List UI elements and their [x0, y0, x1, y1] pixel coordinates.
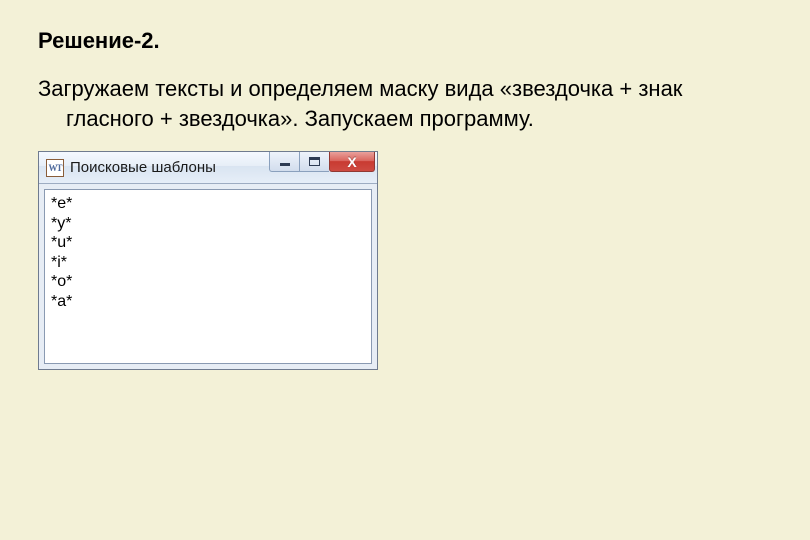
description-line-1: Загружаем тексты и определяем маску вида… — [38, 76, 682, 101]
close-button[interactable]: X — [329, 152, 375, 172]
window-client-area: *e* *y* *u* *i* *o* *a* — [39, 184, 377, 369]
app-icon: WT — [46, 159, 64, 177]
pattern-line: *i* — [51, 253, 365, 273]
window-titlebar[interactable]: WT Поисковые шаблоны X — [39, 152, 377, 184]
section-heading: Решение-2. — [38, 28, 772, 54]
pattern-line: *o* — [51, 272, 365, 292]
section-description: Загружаем тексты и определяем маску вида… — [38, 74, 772, 133]
close-icon: X — [347, 154, 356, 170]
window-title: Поисковые шаблоны — [70, 159, 216, 176]
maximize-button[interactable] — [299, 152, 329, 172]
pattern-line: *a* — [51, 292, 365, 312]
pattern-line: *y* — [51, 214, 365, 234]
description-line-2: гласного + звездочка». Запускаем програм… — [38, 104, 772, 134]
patterns-textarea[interactable]: *e* *y* *u* *i* *o* *a* — [44, 189, 372, 364]
minimize-button[interactable] — [269, 152, 299, 172]
caption-buttons: X — [269, 152, 377, 183]
search-patterns-window: WT Поисковые шаблоны X *e* *y* *u* *i* *… — [38, 151, 378, 370]
pattern-line: *e* — [51, 194, 365, 214]
pattern-line: *u* — [51, 233, 365, 253]
maximize-icon — [309, 157, 320, 166]
minimize-icon — [280, 163, 290, 166]
